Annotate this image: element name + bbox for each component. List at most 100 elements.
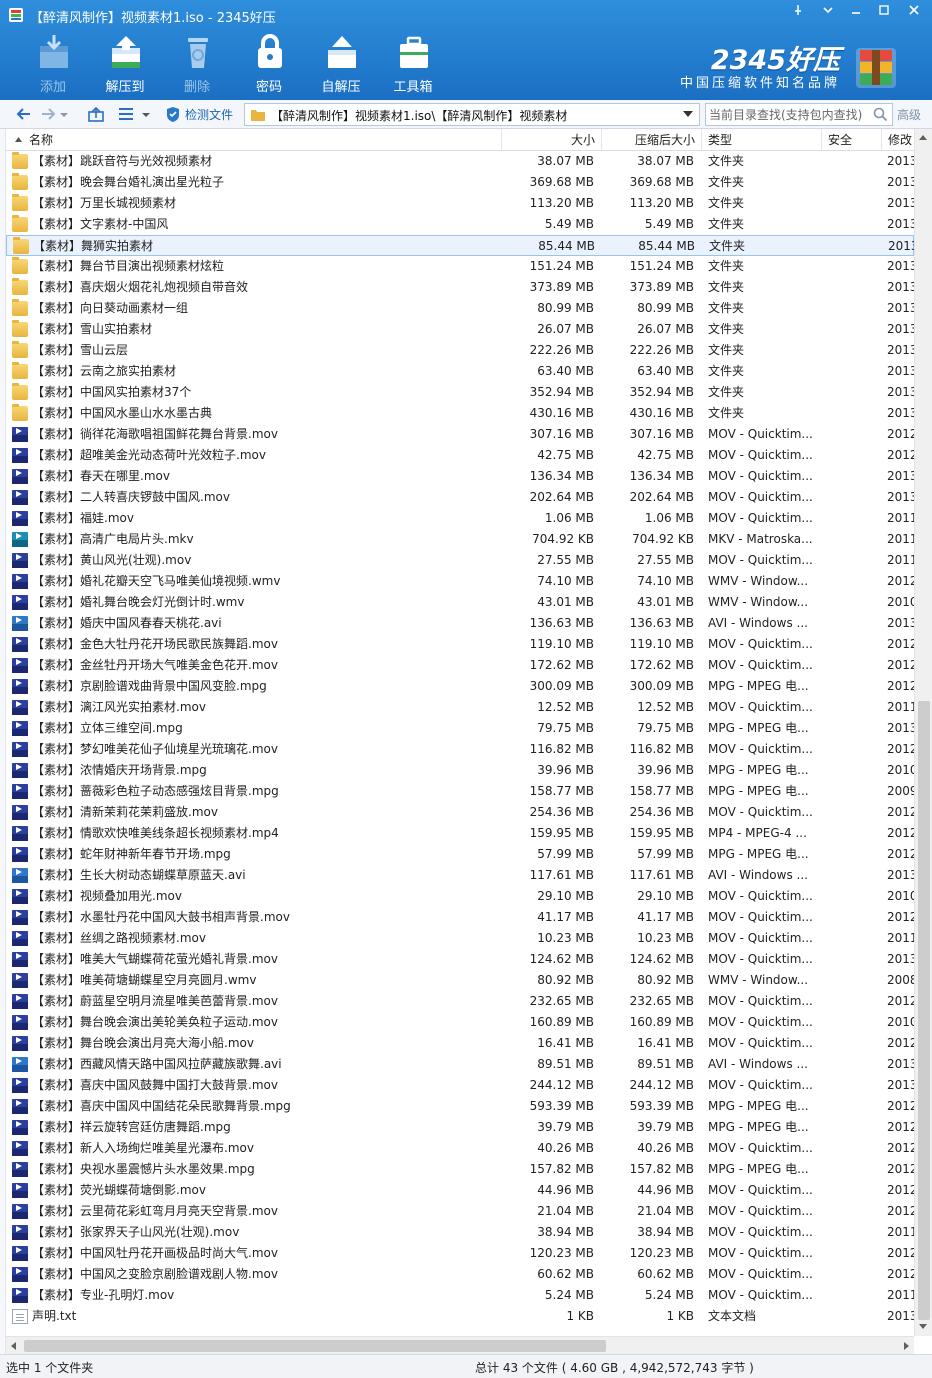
- folder-row[interactable]: 【素材】中国风水墨山水水墨古典 430.16 MB 430.16 MB 文件夹 2013: [6, 403, 914, 424]
- file-row[interactable]: 【素材】蔷薇彩色粒子动态感强炫目背景.mpg 158.77 MB 158.77 MB…: [6, 781, 914, 802]
- file-row[interactable]: 【素材】高清广电局片头.mkv 704.92 KB 704.92 KB MKV - M…: [6, 529, 914, 550]
- file-row[interactable]: 【素材】蔚蓝星空明月流星唯美芭蕾背景.mov 232.65 MB 232.65 MB…: [6, 991, 914, 1012]
- file-row[interactable]: 【素材】金丝牡丹开场大气唯美金色花开.mov 172.62 MB 172.62 MB…: [6, 655, 914, 676]
- file-row[interactable]: 【素材】舞台晚会演出美轮美奂粒子运动.mov 160.89 MB 160.89 MB…: [6, 1012, 914, 1033]
- search-input[interactable]: [709, 106, 869, 123]
- column-size-header[interactable]: 大小: [502, 129, 602, 151]
- scroll-up-icon[interactable]: [919, 135, 927, 140]
- file-row[interactable]: 【素材】张家界天子山风光(壮观).mov 38.94 MB 38.94 MB MOV …: [6, 1222, 914, 1243]
- file-row[interactable]: 【素材】立体三维空间.mpg 79.75 MB 79.75 MB MPG - MPEG…: [6, 718, 914, 739]
- file-row[interactable]: 【素材】视频叠加用光.mov 29.10 MB 29.10 MB MOV - Quic…: [6, 886, 914, 907]
- file-row[interactable]: 【素材】超唯美金光动态荷叶光效粒子.mov 42.75 MB 42.75 MB MOV…: [6, 445, 914, 466]
- toolbox-button[interactable]: 工具箱: [383, 30, 443, 96]
- file-row[interactable]: 【素材】金色大牡丹花开场民歌民族舞蹈.mov 119.10 MB 119.10 MB…: [6, 634, 914, 655]
- file-name: 【素材】荧光蝴蝶荷塘倒影.mov: [32, 1183, 206, 1197]
- extract-to-button[interactable]: 解压到: [95, 30, 155, 96]
- forward-arrow-icon[interactable]: [38, 104, 58, 124]
- file-row[interactable]: 【素材】祥云旋转宫廷仿唐舞蹈.mpg 39.79 MB 39.79 MB MPG - …: [6, 1117, 914, 1138]
- scroll-left-icon[interactable]: [11, 1342, 16, 1350]
- folder-row[interactable]: 【素材】云南之旅实拍素材 63.40 MB 63.40 MB 文件夹 2013: [6, 361, 914, 382]
- add-button[interactable]: 添加: [23, 30, 83, 96]
- horizontal-scroll-thumb[interactable]: [24, 1340, 606, 1352]
- vertical-scrollbar[interactable]: [914, 129, 932, 1336]
- pin-icon[interactable]: [788, 4, 808, 22]
- column-security-header[interactable]: 安全: [822, 129, 882, 151]
- column-type-header[interactable]: 类型: [702, 129, 822, 151]
- search-icon[interactable]: [873, 107, 888, 122]
- folder-row[interactable]: 【素材】万里长城视频素材 113.20 MB 113.20 MB 文件夹 2013: [6, 193, 914, 214]
- folder-row[interactable]: 【素材】雪山实拍素材 26.07 MB 26.07 MB 文件夹 2013: [6, 319, 914, 340]
- file-row[interactable]: 【素材】西藏风情天路中国风拉萨藏族歌舞.avi 89.51 MB 89.51 MB A…: [6, 1054, 914, 1075]
- file-row[interactable]: 【素材】浓情婚庆开场背景.mpg 39.96 MB 39.96 MB MPG - MP…: [6, 760, 914, 781]
- folder-row[interactable]: 【素材】跳跃音符与光效视频素材 38.07 MB 38.07 MB 文件夹 2013: [6, 151, 914, 172]
- close-icon[interactable]: [904, 4, 924, 22]
- file-name: 【素材】梦幻唯美花仙子仙境星光琉璃花.mov: [32, 742, 278, 756]
- history-dropdown-icon[interactable]: [58, 104, 70, 124]
- file-row[interactable]: 【素材】喜庆中国风鼓舞中国打大鼓背景.mov 244.12 MB 244.12 MB…: [6, 1075, 914, 1096]
- scroll-down-icon[interactable]: [919, 1324, 927, 1329]
- column-modified-header[interactable]: 修改: [882, 129, 914, 151]
- column-compressed-header[interactable]: 压缩后大小: [602, 129, 702, 151]
- column-name-header[interactable]: 名称: [6, 129, 502, 151]
- file-row[interactable]: 【素材】婚礼花瓣天空飞马唯美仙境视频.wmv 74.10 MB 74.10 MB WM…: [6, 571, 914, 592]
- file-row[interactable]: 【素材】中国风之变脸京剧脸谱戏剧人物.mov 60.62 MB 60.62 MB MO…: [6, 1264, 914, 1285]
- file-row[interactable]: 【素材】黄山风光(壮观).mov 27.55 MB 27.55 MB MOV - Qu…: [6, 550, 914, 571]
- folder-row[interactable]: 【素材】文字素材-中国风 5.49 MB 5.49 MB 文件夹 2013: [6, 214, 914, 235]
- maximize-icon[interactable]: [874, 4, 894, 22]
- view-list-icon[interactable]: [116, 104, 136, 124]
- file-row[interactable]: 【素材】唯美荷塘蝴蝶星空月亮圆月.wmv 80.92 MB 80.92 MB WMV …: [6, 970, 914, 991]
- file-row[interactable]: 【素材】清新茉莉花茉莉盛放.mov 254.36 MB 254.36 MB MOV -…: [6, 802, 914, 823]
- self-extract-button[interactable]: 自解压: [311, 30, 371, 96]
- advanced-search-link[interactable]: 高级: [897, 106, 921, 123]
- file-row[interactable]: 【素材】喜庆中国风中国结花朵民歌舞背景.mpg 593.39 MB 593.39 M…: [6, 1096, 914, 1117]
- folder-row[interactable]: 【素材】舞狮实拍素材 85.44 MB 85.44 MB 文件夹 2013: [6, 235, 914, 256]
- delete-button[interactable]: 删除: [167, 30, 227, 96]
- file-row[interactable]: 【素材】福娃.mov 1.06 MB 1.06 MB MOV - Quicktim..…: [6, 508, 914, 529]
- minimize-icon[interactable]: [846, 4, 866, 22]
- scroll-right-icon[interactable]: [904, 1342, 909, 1350]
- file-row[interactable]: 【素材】京剧脸谱戏曲背景中国风变脸.mpg 300.09 MB 300.09 MB M…: [6, 676, 914, 697]
- file-row[interactable]: 【素材】央视水墨震憾片头水墨效果.mpg 157.82 MB 157.82 MB MP…: [6, 1159, 914, 1180]
- folder-row[interactable]: 【素材】舞台节目演出视频素材炫粒 151.24 MB 151.24 MB 文件夹 201…: [6, 256, 914, 277]
- folder-row[interactable]: 【素材】雪山云层 222.26 MB 222.26 MB 文件夹 2013: [6, 340, 914, 361]
- file-row[interactable]: 【素材】舞台晚会演出月亮大海小船.mov 16.41 MB 16.41 MB MOV …: [6, 1033, 914, 1054]
- folder-row[interactable]: 【素材】喜庆烟火烟花礼炮视频自带音效 373.89 MB 373.89 MB 文件夹 2…: [6, 277, 914, 298]
- password-button[interactable]: 密码: [239, 30, 299, 96]
- up-folder-icon[interactable]: [86, 104, 106, 124]
- file-modified: 2011: [887, 511, 914, 525]
- horizontal-scrollbar[interactable]: [6, 1336, 914, 1354]
- back-arrow-icon[interactable]: [14, 104, 34, 124]
- file-name: 【素材】生长大树动态蝴蝶草原蓝天.avi: [32, 868, 246, 882]
- file-modified: 2013: [887, 721, 914, 735]
- path-combobox[interactable]: 【醉清风制作】视频素材1.iso\【醉清风制作】视频素材: [244, 103, 700, 126]
- file-row[interactable]: 【素材】徜徉花海歌唱祖国鲜花舞台背景.mov 307.16 MB 307.16 MB…: [6, 424, 914, 445]
- file-row[interactable]: 声明.txt 1 KB 1 KB 文本文档 2013: [6, 1306, 914, 1327]
- file-row[interactable]: 【素材】漓江风光实拍素材.mov 12.52 MB 12.52 MB MOV - Qu…: [6, 697, 914, 718]
- folder-row[interactable]: 【素材】中国风实拍素材37个 352.94 MB 352.94 MB 文件夹 2013: [6, 382, 914, 403]
- folder-row[interactable]: 【素材】向日葵动画素材一组 80.99 MB 80.99 MB 文件夹 2013: [6, 298, 914, 319]
- file-row[interactable]: 【素材】专业-孔明灯.mov 5.24 MB 5.24 MB MOV - Quickt…: [6, 1285, 914, 1306]
- path-dropdown-icon[interactable]: [683, 110, 693, 118]
- extract-icon: [112, 36, 140, 68]
- file-row[interactable]: 【素材】春天在哪里.mov 136.34 MB 136.34 MB MOV - Qui…: [6, 466, 914, 487]
- vertical-scroll-thumb[interactable]: [918, 701, 930, 1320]
- file-row[interactable]: 【素材】生长大树动态蝴蝶草原蓝天.avi 117.61 MB 117.61 MB AV…: [6, 865, 914, 886]
- menu-icon[interactable]: [818, 4, 838, 22]
- file-row[interactable]: 【素材】情歌欢快唯美线条超长视频素材.mp4 159.95 MB 159.95 MB…: [6, 823, 914, 844]
- file-row[interactable]: 【素材】水墨牡丹花中国风大鼓书相声背景.mov 41.17 MB 41.17 MB M…: [6, 907, 914, 928]
- detect-files-button[interactable]: 检测文件: [163, 104, 241, 125]
- file-row[interactable]: 【素材】唯美大气蝴蝶荷花萤光婚礼背景.mov 124.62 MB 124.62 MB…: [6, 949, 914, 970]
- file-row[interactable]: 【素材】蛇年财神新年春节开场.mpg 57.99 MB 57.99 MB MPG - …: [6, 844, 914, 865]
- file-row[interactable]: 【素材】荧光蝴蝶荷塘倒影.mov 44.96 MB 44.96 MB MOV - Qu…: [6, 1180, 914, 1201]
- file-row[interactable]: 【素材】云里荷花彩虹弯月月亮天空背景.mov 21.04 MB 21.04 MB MO…: [6, 1201, 914, 1222]
- file-row[interactable]: 【素材】丝绸之路视频素材.mov 10.23 MB 10.23 MB MOV - Qu…: [6, 928, 914, 949]
- file-row[interactable]: 【素材】婚庆中国风春春天桃花.avi 136.63 MB 136.63 MB AVI …: [6, 613, 914, 634]
- view-dropdown-icon[interactable]: [140, 104, 152, 124]
- file-row[interactable]: 【素材】婚礼舞台晚会灯光倒计时.wmv 43.01 MB 43.01 MB WMV -…: [6, 592, 914, 613]
- file-row[interactable]: 【素材】梦幻唯美花仙子仙境星光琉璃花.mov 116.82 MB 116.82 MB…: [6, 739, 914, 760]
- file-name-cell: 【素材】雪山云层: [10, 340, 500, 361]
- file-row[interactable]: 【素材】新人入场绚烂唯美星光瀑布.mov 40.26 MB 40.26 MB MOV …: [6, 1138, 914, 1159]
- file-row[interactable]: 【素材】二人转喜庆锣鼓中国风.mov 202.64 MB 202.64 MB MOV …: [6, 487, 914, 508]
- file-row[interactable]: 【素材】中国风牡丹花开画极品时尚大气.mov 120.23 MB 120.23 MB…: [6, 1243, 914, 1264]
- folder-row[interactable]: 【素材】晚会舞台婚礼演出星光粒子 369.68 MB 369.68 MB 文件夹 201…: [6, 172, 914, 193]
